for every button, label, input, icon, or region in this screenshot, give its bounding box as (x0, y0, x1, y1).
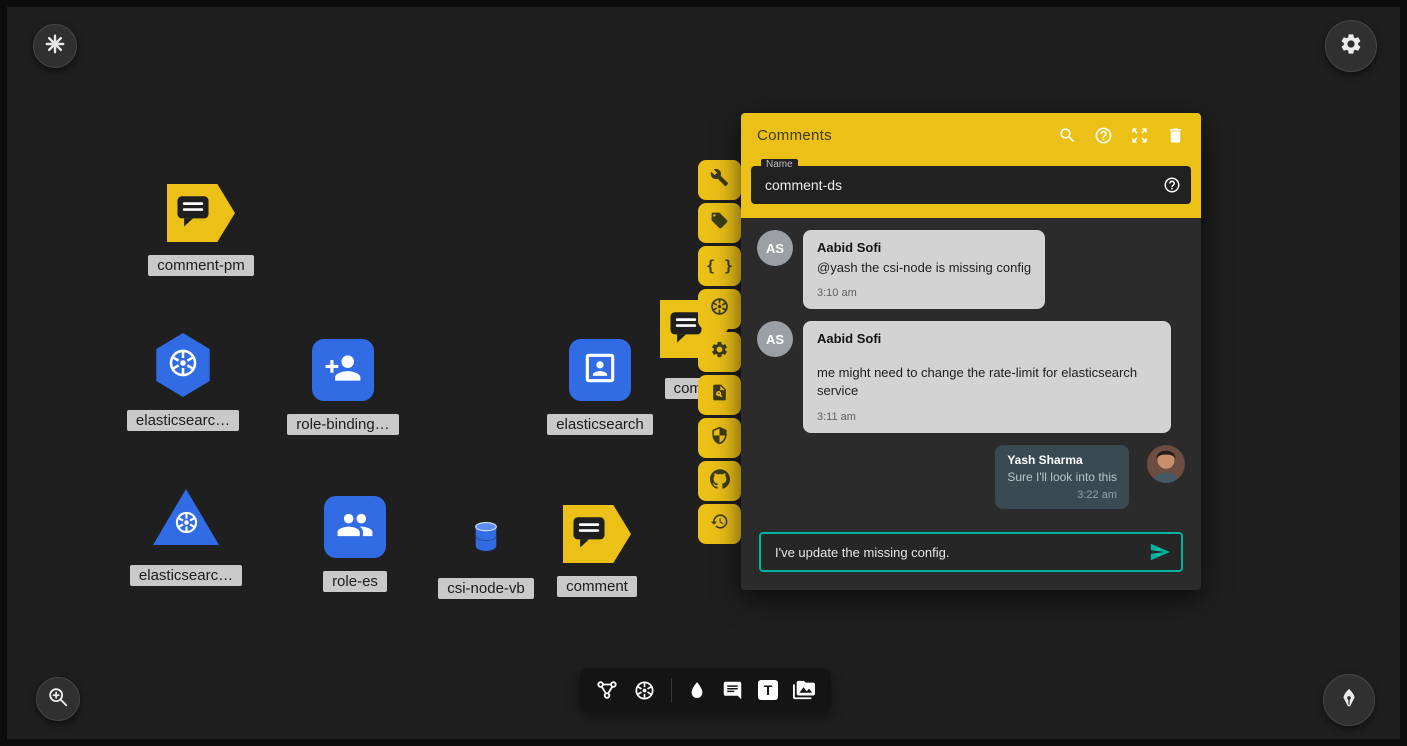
help-circle-icon[interactable] (1163, 176, 1181, 194)
triangle-shape (153, 489, 219, 545)
node-elasticsearch-tri[interactable]: elasticsearc… (106, 489, 266, 586)
kubernetes-wheel-icon (173, 509, 200, 541)
comment-input[interactable] (773, 544, 1141, 561)
tag-tool-button[interactable] (698, 203, 741, 243)
comment-shape (563, 505, 631, 563)
github-tool-button[interactable] (698, 461, 741, 501)
bottom-dock: T (580, 668, 831, 712)
message-time: 3:22 am (1007, 489, 1117, 501)
text-tool-icon[interactable]: T (758, 680, 778, 700)
message-time: 3:11 am (817, 411, 1157, 423)
node-comment[interactable]: comment (517, 505, 677, 597)
message-author: Aabid Sofi (817, 240, 1031, 255)
message-author: Aabid Sofi (817, 331, 1157, 346)
hexagon-shape (154, 333, 212, 397)
name-field[interactable]: Name (751, 166, 1191, 204)
name-field-block: Name (741, 158, 1201, 218)
comment-input-box[interactable] (759, 532, 1183, 572)
node-role-binding[interactable]: role-binding… (263, 339, 423, 435)
message-row: AS Aabid Sofi @yash the csi-node is miss… (757, 230, 1185, 309)
help-icon[interactable] (1094, 126, 1113, 145)
comments-panel: Comments Name AS Aabid Sofi @yash the cs… (741, 113, 1201, 590)
app-logo-button[interactable] (33, 24, 77, 68)
avatar-photo (1147, 445, 1185, 483)
gear-icon (710, 340, 729, 364)
kubernetes-wheel-icon (166, 346, 200, 385)
history-icon (710, 512, 729, 536)
rounded-square-shape (312, 339, 374, 401)
kubernetes-wheel-icon[interactable] (633, 679, 656, 702)
node-elasticsearch-hex[interactable]: elasticsearc… (103, 333, 263, 431)
comment-thread: AS Aabid Sofi @yash the csi-node is miss… (741, 218, 1201, 520)
message-time: 3:10 am (817, 287, 1031, 299)
node-label: role-es (323, 571, 387, 592)
shield-tool-button[interactable] (698, 418, 741, 458)
comment-badge-icon (571, 515, 607, 554)
comment-badge-icon (175, 194, 211, 233)
node-label: elasticsearc… (127, 410, 239, 431)
pen-tool-button[interactable] (1323, 674, 1375, 726)
portrait-person-icon (581, 349, 619, 392)
design-canvas[interactable]: comment-pm elasticsearc… role-binding… e… (7, 7, 1400, 739)
doc-search-icon (710, 383, 729, 407)
message-bubble: Yash Sharma Sure I'll look into this 3:2… (995, 445, 1129, 510)
pen-nib-icon (1338, 687, 1360, 714)
kubernetes-tool-button[interactable] (698, 289, 741, 329)
media-icon[interactable] (793, 679, 815, 701)
message-bubble: Aabid Sofi @yash the csi-node is missing… (803, 230, 1045, 309)
github-icon (710, 469, 730, 494)
wrench-icon (710, 168, 729, 192)
node-label: elasticsearc… (130, 565, 242, 586)
comment-tool-icon[interactable] (722, 680, 743, 701)
comments-panel-header: Comments (741, 113, 1201, 158)
name-field-label: Name (761, 159, 798, 170)
message-text: @yash the csi-node is missing config (817, 259, 1031, 277)
avatar: AS (757, 230, 793, 266)
comment-shape (167, 184, 235, 242)
message-text: me might need to change the rate-limit f… (817, 364, 1157, 400)
expand-icon[interactable] (1130, 126, 1149, 145)
message-bubble: Aabid Sofi me might need to change the r… (803, 321, 1171, 432)
person-add-icon (324, 349, 362, 392)
shield-icon (710, 426, 729, 450)
dock-divider (671, 678, 672, 702)
app-logo-asterisk-icon (44, 33, 66, 60)
message-row: Yash Sharma Sure I'll look into this 3:2… (757, 445, 1185, 510)
topology-icon[interactable] (596, 679, 618, 701)
zoom-in-icon (47, 686, 69, 713)
node-comment-pm[interactable]: comment-pm (121, 184, 281, 276)
doc-search-tool-button[interactable] (698, 375, 741, 415)
settings-button[interactable] (1325, 20, 1377, 72)
search-icon[interactable] (1058, 126, 1077, 145)
message-text: Sure I'll look into this (1007, 469, 1117, 486)
wrench-tool-button[interactable] (698, 160, 741, 200)
history-tool-button[interactable] (698, 504, 741, 544)
comment-compose-row (741, 520, 1201, 590)
send-icon[interactable] (1149, 541, 1171, 563)
name-input[interactable] (763, 176, 1151, 194)
message-row: AS Aabid Sofi me might need to change th… (757, 321, 1185, 432)
settings-tool-button[interactable] (698, 332, 741, 372)
node-label: elasticsearch (547, 414, 653, 435)
database-cylinder-icon (472, 521, 500, 558)
droplet-icon[interactable] (687, 680, 707, 700)
node-elasticsearch-sa[interactable]: elasticsearch (520, 339, 680, 435)
node-action-toolbar: { } (698, 160, 741, 544)
panel-title: Comments (757, 127, 832, 144)
group-people-icon (336, 506, 374, 549)
node-label: comment-pm (148, 255, 254, 276)
node-label: role-binding… (287, 414, 398, 435)
node-label: comment (557, 576, 637, 597)
delete-icon[interactable] (1166, 126, 1185, 145)
kubernetes-wheel-icon (709, 296, 730, 322)
braces-icon: { } (706, 257, 733, 275)
rounded-square-shape (324, 496, 386, 558)
braces-tool-button[interactable]: { } (698, 246, 741, 286)
message-author: Yash Sharma (1007, 453, 1117, 467)
gear-icon (1339, 32, 1363, 61)
rounded-square-shape (569, 339, 631, 401)
avatar: AS (757, 321, 793, 357)
zoom-button[interactable] (36, 677, 80, 721)
tag-icon (710, 211, 729, 235)
